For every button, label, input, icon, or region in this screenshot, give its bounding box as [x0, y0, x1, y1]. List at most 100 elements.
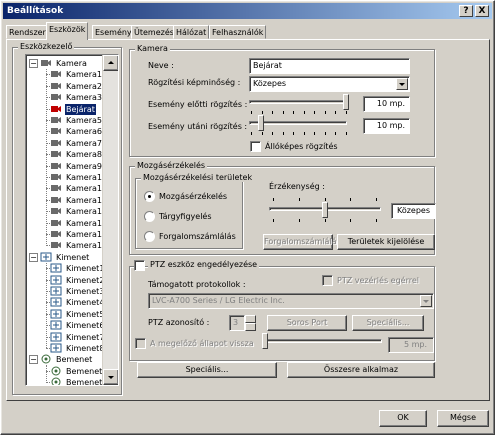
ptz-return-thumb[interactable]: [262, 333, 268, 349]
camera-group-icon: [40, 58, 52, 68]
camera-name-field[interactable]: Bejárat: [249, 58, 410, 74]
ptz-return-label: A megelőző állapot vissza: [150, 339, 254, 348]
sensitivity-slider[interactable]: [269, 198, 381, 222]
output-group-icon: [40, 252, 52, 262]
output-icon: [50, 343, 62, 353]
radio-traffic-counting[interactable]: [144, 231, 155, 242]
post-event-thumb[interactable]: [258, 115, 264, 131]
output-icon: [50, 286, 62, 296]
tree-item-label: Kimenet2: [66, 276, 105, 285]
tree-expand-toggle[interactable]: −: [29, 355, 38, 364]
tree-item-label: Kamera5: [66, 116, 103, 125]
tree-item-label: Bejárat: [65, 104, 96, 115]
pre-event-slider[interactable]: [249, 92, 349, 114]
tab-utemezes[interactable]: Ütemezés: [131, 25, 177, 39]
ptz-return-checkbox[interactable]: [135, 338, 146, 349]
tab-panel-eszkozok: Eszközkezelő − Kamera Kamera1 Kamera2 Kamera…: [6, 39, 490, 401]
title-bar[interactable]: Beállítások ? X: [3, 3, 492, 19]
tree-item-label: Bemenet: [56, 355, 93, 364]
radio-motion-detection-label: Mozgásérzékelés: [159, 192, 228, 201]
tab-halozat[interactable]: Hálózat: [173, 25, 210, 39]
tree-item-label: Kimenet: [56, 253, 90, 262]
scroll-up-button[interactable]: [103, 55, 118, 71]
tree-item-label: Kimenet1: [66, 264, 105, 273]
tree-item-label: Kimenet3: [66, 287, 105, 296]
sensitivity-ticks-bottom: [273, 219, 377, 222]
camera-icon: [50, 218, 62, 228]
post-event-slider[interactable]: [249, 113, 349, 135]
ptz-id-spinner[interactable]: [245, 315, 256, 331]
ptz-mouse-label: PTZ vezérlés egérrel: [337, 276, 419, 285]
tree-item-label: Kamera1: [66, 70, 103, 79]
camera-name-label: Neve :: [148, 61, 174, 70]
recording-quality-value: Közepes: [253, 79, 287, 88]
output-icon: [50, 263, 62, 273]
ptz-dropdown-arrow-icon[interactable]: [420, 295, 432, 307]
tree-scrollbar[interactable]: [102, 55, 118, 385]
recording-quality-label: Rögzítési képminőség :: [148, 78, 241, 87]
camera-icon: [50, 229, 62, 239]
serial-port-button[interactable]: Soros Port: [267, 315, 347, 331]
tree-expand-toggle[interactable]: −: [29, 59, 38, 68]
help-button[interactable]: ?: [459, 5, 473, 17]
tree-item-label: Kimenet4: [66, 298, 105, 307]
device-tree[interactable]: − Kamera Kamera1 Kamera2 Kamera3 Bejárat Kamer…: [25, 54, 119, 386]
ptz-enable-checkbox[interactable]: [134, 260, 145, 271]
ptz-enable-label: PTZ eszköz engedélyezése: [148, 260, 260, 269]
tree-item-label: Kamera9: [66, 162, 103, 171]
close-button[interactable]: X: [475, 5, 489, 17]
cancel-button[interactable]: Mégse: [437, 410, 489, 427]
radio-motion-detection[interactable]: [144, 191, 155, 202]
radio-object-tracking[interactable]: [144, 211, 155, 222]
camera-icon: [50, 195, 62, 205]
post-event-label: Esemény utáni rögzítés :: [148, 122, 248, 131]
sensitivity-thumb[interactable]: [322, 202, 328, 218]
post-event-ticks: [251, 132, 347, 135]
ptz-return-slider[interactable]: [262, 331, 384, 351]
tab-eszkozok[interactable]: Eszközök: [46, 22, 89, 40]
spin-up-icon[interactable]: [245, 315, 256, 323]
camera-icon: [50, 149, 62, 159]
pre-event-thumb[interactable]: [343, 94, 349, 110]
tree-item-label: Kamera: [56, 59, 87, 68]
tab-rendszer[interactable]: Rendszer: [6, 25, 49, 39]
settings-window: Beállítások ? X Rendszer Eszközök Esemén…: [0, 0, 495, 435]
camera-icon: [50, 126, 62, 136]
output-icon: [50, 320, 62, 330]
recording-quality-select[interactable]: Közepes: [249, 76, 410, 92]
spin-down-icon[interactable]: [245, 323, 256, 331]
motion-area-label: Mozgásérzékelési területek: [141, 173, 255, 182]
special-button[interactable]: Speciális...: [137, 362, 277, 378]
tree-item-label: Kimenet8: [66, 344, 105, 353]
ptz-protocol-select[interactable]: LVC-A700 Series / LG Electric Inc.: [148, 293, 434, 309]
camera-icon: [50, 92, 62, 102]
camera-icon: [50, 81, 62, 91]
post-event-value: 10 mp.: [363, 118, 410, 134]
ptz-mouse-checkbox[interactable]: [322, 275, 333, 286]
tab-esemeny[interactable]: Esemény: [92, 25, 135, 39]
tree-item-label: Kamera6: [66, 127, 103, 136]
camera-icon: [50, 161, 62, 171]
camera-icon: [50, 183, 62, 193]
tree-item-label: Kimenet7: [66, 333, 105, 342]
still-image-label: Állóképes rögzítés: [265, 142, 338, 151]
ptz-protocol-label: Támogatott protokollok :: [148, 280, 246, 289]
still-image-checkbox[interactable]: [250, 141, 261, 152]
camera-group-label: Kamera: [135, 44, 170, 53]
define-areas-button[interactable]: Területek kijelölése: [337, 234, 435, 250]
output-icon: [50, 297, 62, 307]
ptz-id-field[interactable]: 3: [229, 315, 245, 331]
dropdown-arrow-icon[interactable]: [396, 78, 408, 90]
tab-felhasznalok[interactable]: Felhasználók: [209, 25, 267, 39]
ptz-special-button[interactable]: Speciális...: [352, 315, 424, 331]
apply-all-button[interactable]: Összesre alkalmaz: [287, 362, 435, 378]
input-icon: [50, 377, 62, 385]
camera-icon: [50, 240, 62, 250]
device-tree-items: − Kamera Kamera1 Kamera2 Kamera3 Bejárat Kamer…: [28, 58, 107, 385]
camera-icon: [50, 69, 62, 79]
radio-traffic-counting-label: Forgalomszámlálás: [159, 232, 236, 241]
tree-expand-toggle[interactable]: −: [29, 253, 38, 262]
traffic-counting-button[interactable]: Forgalomszámlálás: [263, 234, 341, 250]
scroll-down-button[interactable]: [103, 369, 118, 385]
ok-button[interactable]: OK: [379, 410, 427, 427]
